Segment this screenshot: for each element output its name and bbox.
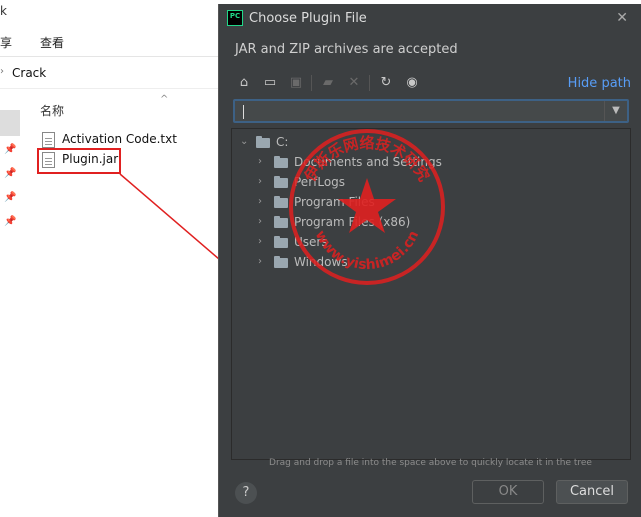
chevron-down-icon[interactable]: ⌄ [240, 136, 252, 147]
svg-text:伊斯乐网络技术研究: 伊斯乐网络技术研究 [300, 134, 433, 185]
dialog-description: JAR and ZIP archives are accepted [235, 42, 458, 57]
dialog-title: Choose Plugin File [249, 11, 367, 26]
cancel-button[interactable]: Cancel [556, 480, 628, 504]
chevron-right-icon[interactable]: › [258, 196, 270, 207]
ok-button[interactable]: OK [472, 480, 544, 504]
chevron-down-icon[interactable]: ▼ [604, 101, 627, 121]
refresh-icon[interactable]: ↻ [377, 74, 395, 92]
desktop-icon[interactable]: ▭ [261, 74, 279, 92]
drop-hint: Drag and drop a file into the space abov… [269, 458, 592, 468]
toolbar-separator [311, 75, 312, 91]
chevron-right-icon[interactable]: › [258, 236, 270, 247]
toolbar-separator [369, 75, 370, 91]
svg-text:www.yishimei.cn: www.yishimei.cn [312, 228, 423, 273]
pycharm-logo-icon: PC [227, 10, 243, 26]
dialog-titlebar: PC Choose Plugin File ✕ [219, 4, 641, 34]
help-icon[interactable]: ? [235, 482, 257, 504]
chevron-right-icon[interactable]: › [258, 256, 270, 267]
watermark-stamp: 伊斯乐网络技术研究 www.yishimei.cn [289, 129, 445, 285]
project-icon[interactable]: ▣ [287, 74, 305, 92]
folder-icon [256, 136, 270, 148]
home-icon[interactable]: ⌂ [235, 74, 253, 92]
hide-path-link[interactable]: Hide path [568, 76, 631, 91]
delete-icon[interactable]: ✕ [345, 74, 363, 92]
text-caret [243, 105, 244, 119]
chevron-right-icon[interactable]: › [258, 216, 270, 227]
new-folder-icon[interactable]: ▰ [319, 74, 337, 92]
chevron-right-icon[interactable]: › [258, 156, 270, 167]
chevron-right-icon[interactable]: › [258, 176, 270, 187]
path-input[interactable]: ▼ [233, 99, 629, 123]
close-icon[interactable]: ✕ [616, 10, 628, 26]
show-hidden-icon[interactable]: ◉ [403, 74, 421, 92]
